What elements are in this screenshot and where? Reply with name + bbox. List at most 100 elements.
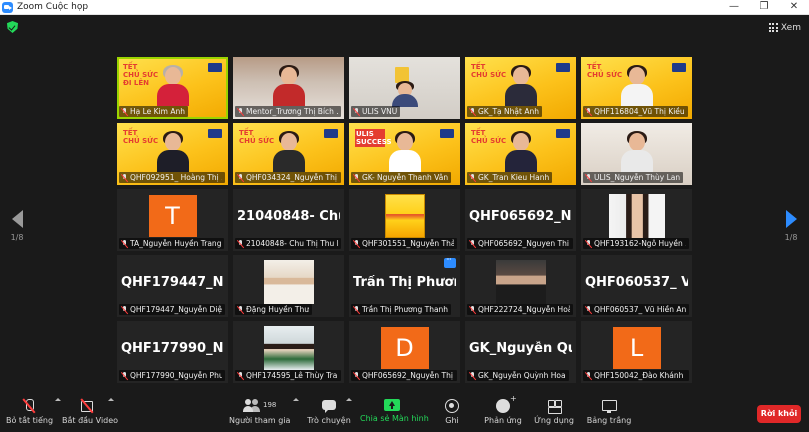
participants-button[interactable]: 198 Người tham gia	[229, 399, 290, 431]
participant-name-tag: QHF092951_ Hoàng Thị ...	[119, 172, 225, 183]
next-page-button[interactable]: 1/8	[779, 210, 803, 242]
participant-avatar: D	[380, 327, 429, 369]
share-screen-button[interactable]: Chia sẻ Màn hình	[360, 399, 429, 431]
participant-name-tag: GK- Nguyễn Thanh Vân	[351, 172, 452, 183]
arrow-left-icon	[11, 210, 23, 228]
participant-display-name: QHF179447_Ng...	[121, 275, 224, 290]
minimize-button[interactable]: —	[720, 0, 748, 15]
mic-muted-icon	[585, 305, 592, 314]
record-button[interactable]: Ghi	[438, 399, 466, 431]
participant-tile[interactable]: QHF065692_Ng... QHF065692_Nguyen Thi ...	[465, 189, 576, 251]
participant-tile[interactable]: D QHF065692_Nguyễn Thị ...	[349, 321, 460, 383]
video-off-icon	[80, 399, 96, 413]
chat-icon	[321, 399, 337, 413]
participant-tile[interactable]: 21040848- Chu... 21040848- Chu Thị Thu H…	[233, 189, 344, 251]
participant-name-tag: QHF060537_ Vũ Hiền Anh	[583, 304, 689, 315]
participant-profile-picture	[263, 326, 314, 370]
apps-button[interactable]: Ứng dụng	[533, 399, 575, 431]
participant-name-tag: GK_Tạ Nhật Anh	[467, 106, 542, 117]
participant-tile[interactable]: TẾT CHỦ SỨC GK_Tạ Nhật Anh	[465, 57, 576, 119]
arrow-right-icon	[785, 210, 797, 228]
record-icon	[445, 399, 459, 413]
participant-tile[interactable]: TẾT CHỦ SỨC ĐI LÊN Hạ Le Kim Anh	[117, 57, 228, 119]
participant-profile-picture	[495, 260, 546, 304]
participant-tile[interactable]: TẾT CHỦ SỨC GK_Tran Kieu Hanh	[465, 123, 576, 185]
close-button[interactable]: ✕	[780, 0, 808, 15]
participant-tile[interactable]: ULIS SUCCESS GK- Nguyễn Thanh Vân	[349, 123, 460, 185]
share-screen-icon	[384, 399, 400, 411]
university-logo-icon	[324, 129, 338, 138]
view-label: Xem	[780, 22, 801, 33]
mic-muted-icon	[585, 371, 592, 380]
view-button[interactable]: Xem	[768, 21, 801, 34]
participant-profile-picture	[608, 194, 665, 238]
participant-name-tag: QHF301551_Nguyễn Thả...	[351, 238, 457, 249]
participant-video	[153, 131, 193, 172]
mic-muted-icon	[585, 239, 592, 248]
whiteboard-button[interactable]: Bảng trắng	[586, 399, 632, 431]
participant-video	[385, 131, 425, 172]
mic-muted-icon	[121, 107, 128, 116]
participant-profile-picture	[384, 194, 425, 238]
start-video-button[interactable]: Bắt đầu Video	[62, 399, 118, 431]
chat-caret-icon[interactable]	[346, 398, 352, 401]
participant-video	[391, 81, 418, 107]
participant-tile[interactable]: TẾT CHỦ SỨC QHF116804_Vũ Thị Kiều	[581, 57, 692, 119]
university-logo-icon	[208, 63, 222, 72]
participant-name-tag: QHF177990_Nguyễn Phư...	[119, 370, 225, 381]
participant-display-name: GK_Nguyễn Qu...	[469, 341, 572, 356]
participant-tile[interactable]: QHF179447_Ng... QHF179447_Nguyễn Diệu...	[117, 255, 228, 317]
meeting-toolbar: Bỏ tắt tiếng Bắt đầu Video 198 Người tha…	[0, 392, 809, 432]
mic-muted-icon	[585, 107, 592, 116]
participant-tile[interactable]: QHF060537_ Vũ... QHF060537_ Vũ Hiền Anh	[581, 255, 692, 317]
mic-muted-icon	[469, 371, 476, 380]
page-indicator-right: 1/8	[784, 233, 798, 242]
participant-name-tag: 21040848- Chu Thị Thu H...	[235, 238, 341, 249]
university-logo-icon	[556, 63, 570, 72]
participant-tile[interactable]: QHF193162-Ngô Huyền ...	[581, 189, 692, 251]
participant-video	[269, 65, 309, 106]
participant-name-tag: ULIS VNU	[351, 106, 401, 117]
participant-avatar: L	[612, 327, 661, 369]
participant-tile[interactable]: Đặng Huyền Thư	[233, 255, 344, 317]
participant-tile[interactable]: L QHF150042_Đào Khánh L...	[581, 321, 692, 383]
reactions-button[interactable]: Phản ứng	[483, 394, 523, 431]
participant-name-tag: QHF034324_Nguyễn Thị ...	[235, 172, 341, 183]
participant-tile[interactable]: T TA_Nguyễn Huyền Trang	[117, 189, 228, 251]
participant-tile[interactable]: Trần Thị Phươn... Trần Thị Phương Thanh	[349, 255, 460, 317]
video-options-caret-icon[interactable]	[108, 398, 114, 401]
participant-tile[interactable]: QHF174595_Lê Thùy Tran...	[233, 321, 344, 383]
participant-video	[501, 65, 541, 106]
chat-button[interactable]: Trò chuyện	[306, 399, 352, 431]
participant-tile[interactable]: GK_Nguyễn Qu... GK_Nguyễn Quỳnh Hoa	[465, 321, 576, 383]
participant-name-tag: QHF174595_Lê Thùy Tran...	[235, 370, 341, 381]
participant-tile[interactable]: TẾT CHỦ SỨC QHF034324_Nguyễn Thị ...	[233, 123, 344, 185]
participant-tile[interactable]: QHF177990_Ng... QHF177990_Nguyễn Phư...	[117, 321, 228, 383]
participant-video	[269, 131, 309, 172]
participants-caret-icon[interactable]	[293, 398, 299, 401]
previous-page-button[interactable]: 1/8	[5, 210, 29, 242]
more-options-icon[interactable]	[444, 255, 456, 268]
audio-options-caret-icon[interactable]	[55, 398, 61, 401]
participant-name-tag: Hạ Le Kim Anh	[119, 106, 188, 117]
participant-name-tag: QHF116804_Vũ Thị Kiều	[583, 106, 688, 117]
mic-muted-icon	[469, 107, 476, 116]
zoom-logo-icon	[2, 2, 13, 13]
participants-icon: 198	[243, 399, 276, 413]
mic-muted-icon	[237, 107, 244, 116]
maximize-button[interactable]: ❐	[750, 0, 778, 15]
participant-tile[interactable]: Mentor_Trương Thị Bích ...	[233, 57, 344, 119]
participant-profile-picture	[263, 260, 314, 304]
participant-tile[interactable]: ULIS VNU	[349, 57, 460, 119]
mic-muted-icon	[469, 173, 476, 182]
leave-meeting-button[interactable]: Rời khỏi	[757, 405, 801, 423]
participant-tile[interactable]: QHF301551_Nguyễn Thả...	[349, 189, 460, 251]
security-shield-icon[interactable]	[7, 21, 18, 33]
participant-tile[interactable]: TẾT CHỦ SỨC QHF092951_ Hoàng Thị ...	[117, 123, 228, 185]
mic-muted-icon	[237, 239, 244, 248]
participant-tile[interactable]: QHF222724_Nguyễn Hoà...	[465, 255, 576, 317]
participant-name-tag: Đặng Huyền Thư	[235, 304, 312, 315]
participant-tile[interactable]: ULIS_Nguyễn Thùy Lan	[581, 123, 692, 185]
unmute-button[interactable]: Bỏ tắt tiếng	[6, 399, 53, 431]
mic-muted-icon	[121, 239, 128, 248]
